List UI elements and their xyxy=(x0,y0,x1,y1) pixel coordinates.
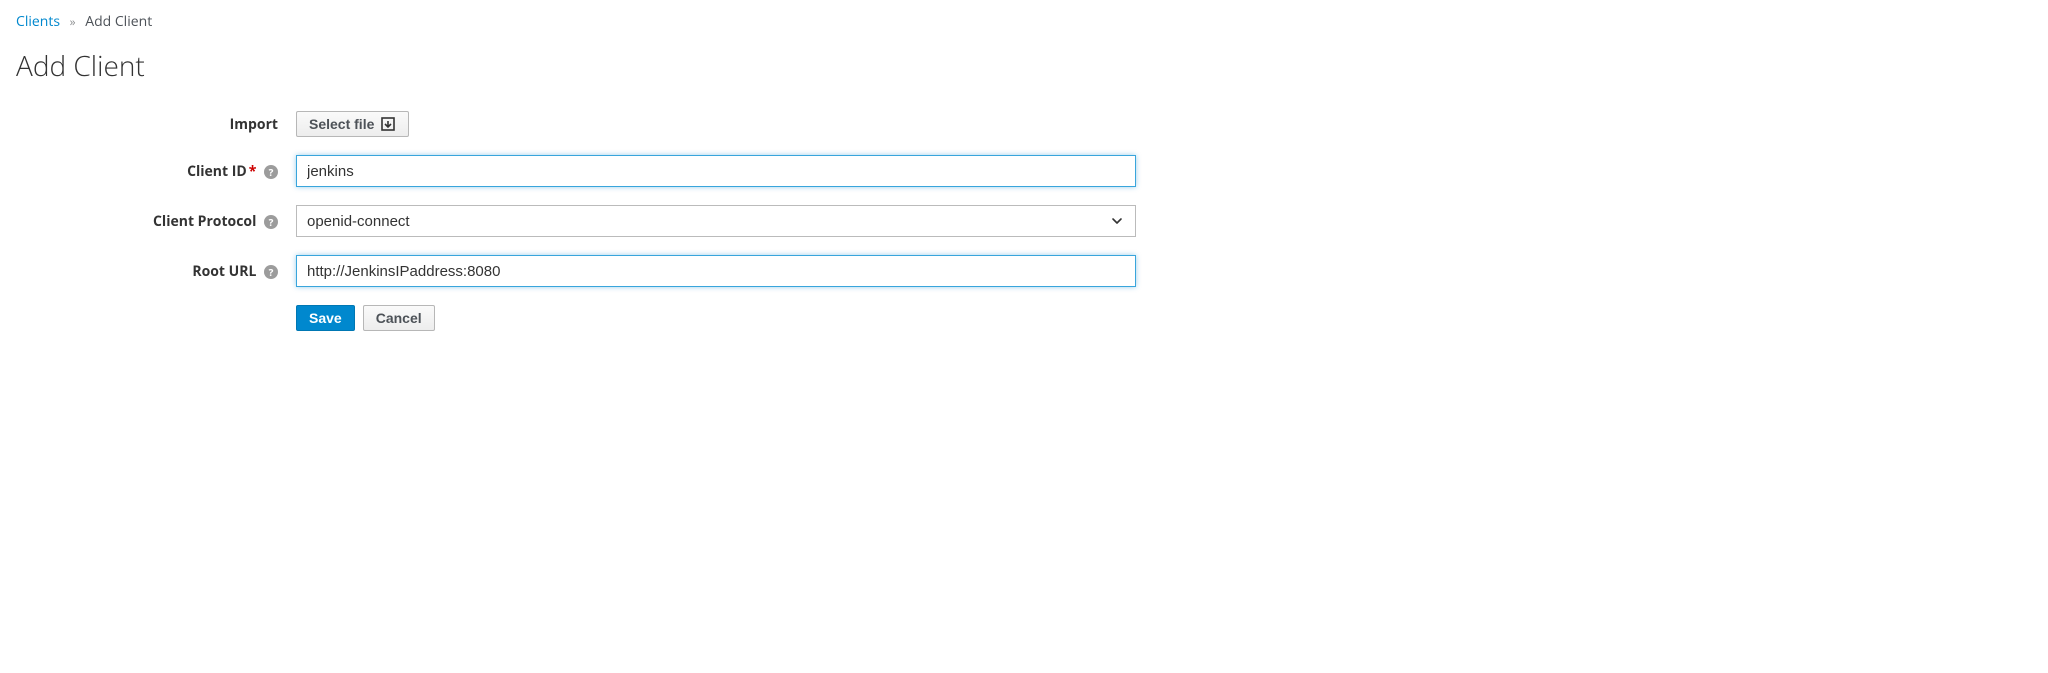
client-protocol-select[interactable]: openid-connect xyxy=(296,205,1136,237)
breadcrumb-link-clients[interactable]: Clients xyxy=(16,12,60,31)
breadcrumb-separator-icon: » xyxy=(70,13,76,30)
breadcrumb: Clients » Add Client xyxy=(16,12,2032,31)
client-protocol-label: Client Protocol ? xyxy=(16,212,296,231)
client-id-input[interactable] xyxy=(296,155,1136,187)
page-title: Add Client xyxy=(16,47,2032,85)
save-button[interactable]: Save xyxy=(296,305,355,331)
help-icon[interactable]: ? xyxy=(264,165,278,179)
select-file-button-label: Select file xyxy=(309,116,374,132)
select-file-button[interactable]: Select file xyxy=(296,111,409,137)
required-star: * xyxy=(249,162,257,181)
client-id-label: Client ID* ? xyxy=(16,162,296,181)
help-icon[interactable]: ? xyxy=(264,265,278,279)
root-url-label: Root URL ? xyxy=(16,262,296,281)
import-label: Import xyxy=(16,115,296,134)
root-url-input[interactable] xyxy=(296,255,1136,287)
import-icon xyxy=(380,116,396,132)
help-icon[interactable]: ? xyxy=(264,215,278,229)
add-client-form: Import Select file Client ID* ? Client xyxy=(16,111,1136,331)
breadcrumb-current: Add Client xyxy=(85,12,152,31)
cancel-button[interactable]: Cancel xyxy=(363,305,435,331)
